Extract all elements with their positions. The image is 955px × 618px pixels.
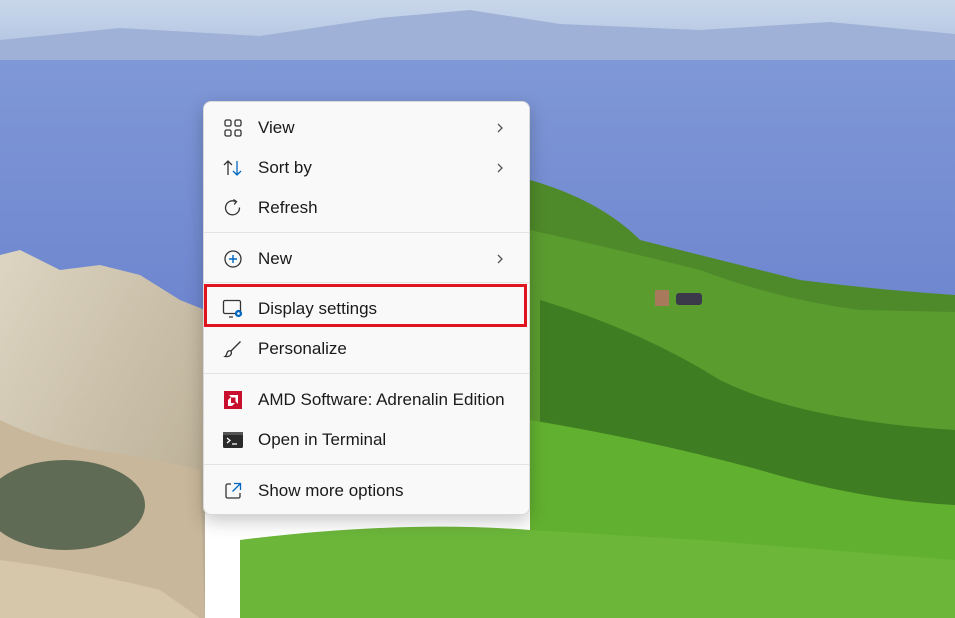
menu-item-new[interactable]: New	[208, 241, 525, 277]
menu-separator	[204, 373, 529, 374]
refresh-icon	[222, 198, 244, 218]
brush-icon	[222, 339, 244, 359]
amd-logo-icon	[222, 390, 244, 410]
menu-item-label: Open in Terminal	[258, 430, 387, 449]
sort-arrows-icon	[222, 158, 244, 178]
share-icon	[222, 481, 244, 501]
menu-separator	[204, 464, 529, 465]
menu-item-show-more-options[interactable]: Show more options	[208, 473, 525, 509]
chevron-right-icon	[495, 250, 505, 268]
menu-item-label: New	[258, 249, 293, 268]
menu-item-view[interactable]: View	[208, 110, 525, 146]
menu-item-open-in-terminal[interactable]: Open in Terminal	[208, 422, 525, 458]
menu-item-amd-software[interactable]: AMD Software: Adrenalin Edition	[208, 382, 525, 418]
chevron-right-icon	[495, 119, 505, 137]
menu-item-label: AMD Software: Adrenalin Edition	[258, 390, 505, 409]
menu-item-sort-by[interactable]: Sort by	[208, 150, 525, 186]
menu-item-label: Personalize	[258, 339, 347, 358]
plus-circle-icon	[222, 249, 244, 269]
terminal-icon	[222, 430, 244, 450]
context-menu: View Sort by Refresh New Display setting…	[203, 101, 530, 515]
highlight-box	[204, 284, 527, 327]
menu-item-personalize[interactable]: Personalize	[208, 331, 525, 367]
menu-item-label: View	[258, 118, 295, 137]
menu-item-refresh[interactable]: Refresh	[208, 190, 525, 226]
menu-item-label: Refresh	[258, 198, 318, 217]
grid-icon	[222, 118, 244, 138]
menu-item-label: Show more options	[258, 481, 404, 500]
menu-separator	[204, 282, 529, 283]
menu-item-label: Sort by	[258, 158, 312, 177]
chevron-right-icon	[495, 159, 505, 177]
menu-separator	[204, 232, 529, 233]
